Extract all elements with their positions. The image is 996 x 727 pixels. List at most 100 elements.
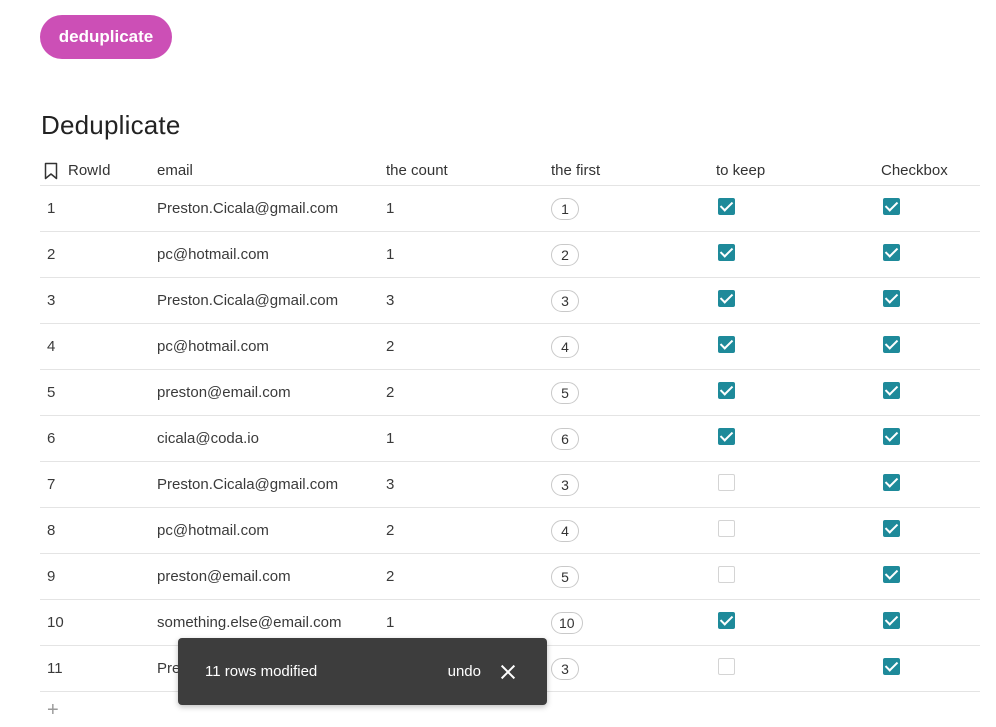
cell-checkbox[interactable] (881, 382, 980, 403)
cell-email[interactable]: pc@hotmail.com (157, 246, 386, 263)
keep-checkbox[interactable] (718, 612, 735, 629)
cell-rowid[interactable]: 4 (40, 338, 157, 355)
table-row[interactable]: 4 pc@hotmail.com 2 4 (40, 324, 980, 370)
row-checkbox[interactable] (883, 520, 900, 537)
cell-rowid[interactable]: 7 (40, 476, 157, 493)
cell-checkbox[interactable] (881, 566, 980, 587)
column-header-count[interactable]: the count (386, 162, 551, 179)
keep-checkbox[interactable] (718, 428, 735, 445)
table-row[interactable]: 5 preston@email.com 2 5 (40, 370, 980, 416)
column-header-first[interactable]: the first (551, 162, 716, 179)
cell-first[interactable]: 1 (551, 197, 716, 220)
keep-checkbox[interactable] (718, 474, 735, 491)
row-reference-pill[interactable]: 6 (551, 427, 579, 450)
keep-checkbox[interactable] (718, 382, 735, 399)
keep-checkbox[interactable] (718, 520, 735, 537)
cell-keep[interactable] (716, 612, 881, 633)
row-checkbox[interactable] (883, 244, 900, 261)
cell-email[interactable]: preston@email.com (157, 384, 386, 401)
cell-keep[interactable] (716, 290, 881, 311)
cell-keep[interactable] (716, 520, 881, 541)
row-reference-pill[interactable]: 4 (551, 335, 579, 358)
cell-count[interactable]: 2 (386, 522, 551, 539)
cell-first[interactable]: 10 (551, 611, 716, 634)
cell-rowid[interactable]: 5 (40, 384, 157, 401)
cell-rowid[interactable]: 11 (40, 660, 157, 677)
cell-first[interactable]: 3 (551, 657, 716, 680)
cell-rowid[interactable]: 1 (40, 200, 157, 217)
add-row-button[interactable]: + (47, 700, 59, 720)
cell-first[interactable]: 2 (551, 243, 716, 266)
cell-first[interactable]: 5 (551, 381, 716, 404)
keep-checkbox[interactable] (718, 290, 735, 307)
cell-email[interactable]: pc@hotmail.com (157, 522, 386, 539)
cell-count[interactable]: 1 (386, 246, 551, 263)
cell-email[interactable]: something.else@email.com (157, 614, 386, 631)
row-checkbox[interactable] (883, 382, 900, 399)
cell-first[interactable]: 6 (551, 427, 716, 450)
cell-keep[interactable] (716, 428, 881, 449)
row-checkbox[interactable] (883, 474, 900, 491)
table-row[interactable]: 6 cicala@coda.io 1 6 (40, 416, 980, 462)
row-reference-pill[interactable]: 10 (551, 611, 583, 634)
cell-rowid[interactable]: 2 (40, 246, 157, 263)
row-checkbox[interactable] (883, 198, 900, 215)
cell-keep[interactable] (716, 474, 881, 495)
cell-rowid[interactable]: 8 (40, 522, 157, 539)
cell-email[interactable]: Preston.Cicala@gmail.com (157, 292, 386, 309)
cell-rowid[interactable]: 10 (40, 614, 157, 631)
keep-checkbox[interactable] (718, 244, 735, 261)
cell-first[interactable]: 3 (551, 289, 716, 312)
cell-first[interactable]: 4 (551, 519, 716, 542)
cell-checkbox[interactable] (881, 244, 980, 265)
cell-email[interactable]: cicala@coda.io (157, 430, 386, 447)
cell-keep[interactable] (716, 658, 881, 679)
cell-count[interactable]: 2 (386, 568, 551, 585)
row-reference-pill[interactable]: 3 (551, 289, 579, 312)
row-reference-pill[interactable]: 2 (551, 243, 579, 266)
keep-checkbox[interactable] (718, 198, 735, 215)
cell-count[interactable]: 2 (386, 384, 551, 401)
cell-checkbox[interactable] (881, 520, 980, 541)
cell-count[interactable]: 3 (386, 292, 551, 309)
cell-keep[interactable] (716, 244, 881, 265)
cell-email[interactable]: pc@hotmail.com (157, 338, 386, 355)
cell-count[interactable]: 3 (386, 476, 551, 493)
row-checkbox[interactable] (883, 612, 900, 629)
cell-rowid[interactable]: 9 (40, 568, 157, 585)
table-row[interactable]: 2 pc@hotmail.com 1 2 (40, 232, 980, 278)
row-checkbox[interactable] (883, 290, 900, 307)
table-row[interactable]: 9 preston@email.com 2 5 (40, 554, 980, 600)
cell-keep[interactable] (716, 198, 881, 219)
column-header-email[interactable]: email (157, 162, 386, 179)
cell-checkbox[interactable] (881, 428, 980, 449)
cell-keep[interactable] (716, 382, 881, 403)
row-checkbox[interactable] (883, 336, 900, 353)
close-icon[interactable] (500, 664, 516, 680)
cell-rowid[interactable]: 3 (40, 292, 157, 309)
cell-checkbox[interactable] (881, 290, 980, 311)
row-checkbox[interactable] (883, 428, 900, 445)
row-reference-pill[interactable]: 3 (551, 473, 579, 496)
row-checkbox[interactable] (883, 566, 900, 583)
column-header-keep[interactable]: to keep (716, 162, 881, 179)
cell-count[interactable]: 1 (386, 614, 551, 631)
column-header-checkbox[interactable]: Checkbox (881, 162, 980, 179)
table-row[interactable]: 8 pc@hotmail.com 2 4 (40, 508, 980, 554)
row-reference-pill[interactable]: 1 (551, 197, 579, 220)
cell-checkbox[interactable] (881, 658, 980, 679)
cell-checkbox[interactable] (881, 474, 980, 495)
cell-count[interactable]: 1 (386, 200, 551, 217)
deduplicate-button[interactable]: deduplicate (40, 15, 172, 59)
cell-count[interactable]: 1 (386, 430, 551, 447)
keep-checkbox[interactable] (718, 566, 735, 583)
cell-checkbox[interactable] (881, 336, 980, 357)
row-reference-pill[interactable]: 5 (551, 565, 579, 588)
cell-checkbox[interactable] (881, 198, 980, 219)
table-row[interactable]: 1 Preston.Cicala@gmail.com 1 1 (40, 186, 980, 232)
row-reference-pill[interactable]: 3 (551, 657, 579, 680)
cell-first[interactable]: 3 (551, 473, 716, 496)
row-reference-pill[interactable]: 4 (551, 519, 579, 542)
cell-email[interactable]: Preston.Cicala@gmail.com (157, 476, 386, 493)
column-header-rowid[interactable]: RowId (40, 162, 157, 180)
